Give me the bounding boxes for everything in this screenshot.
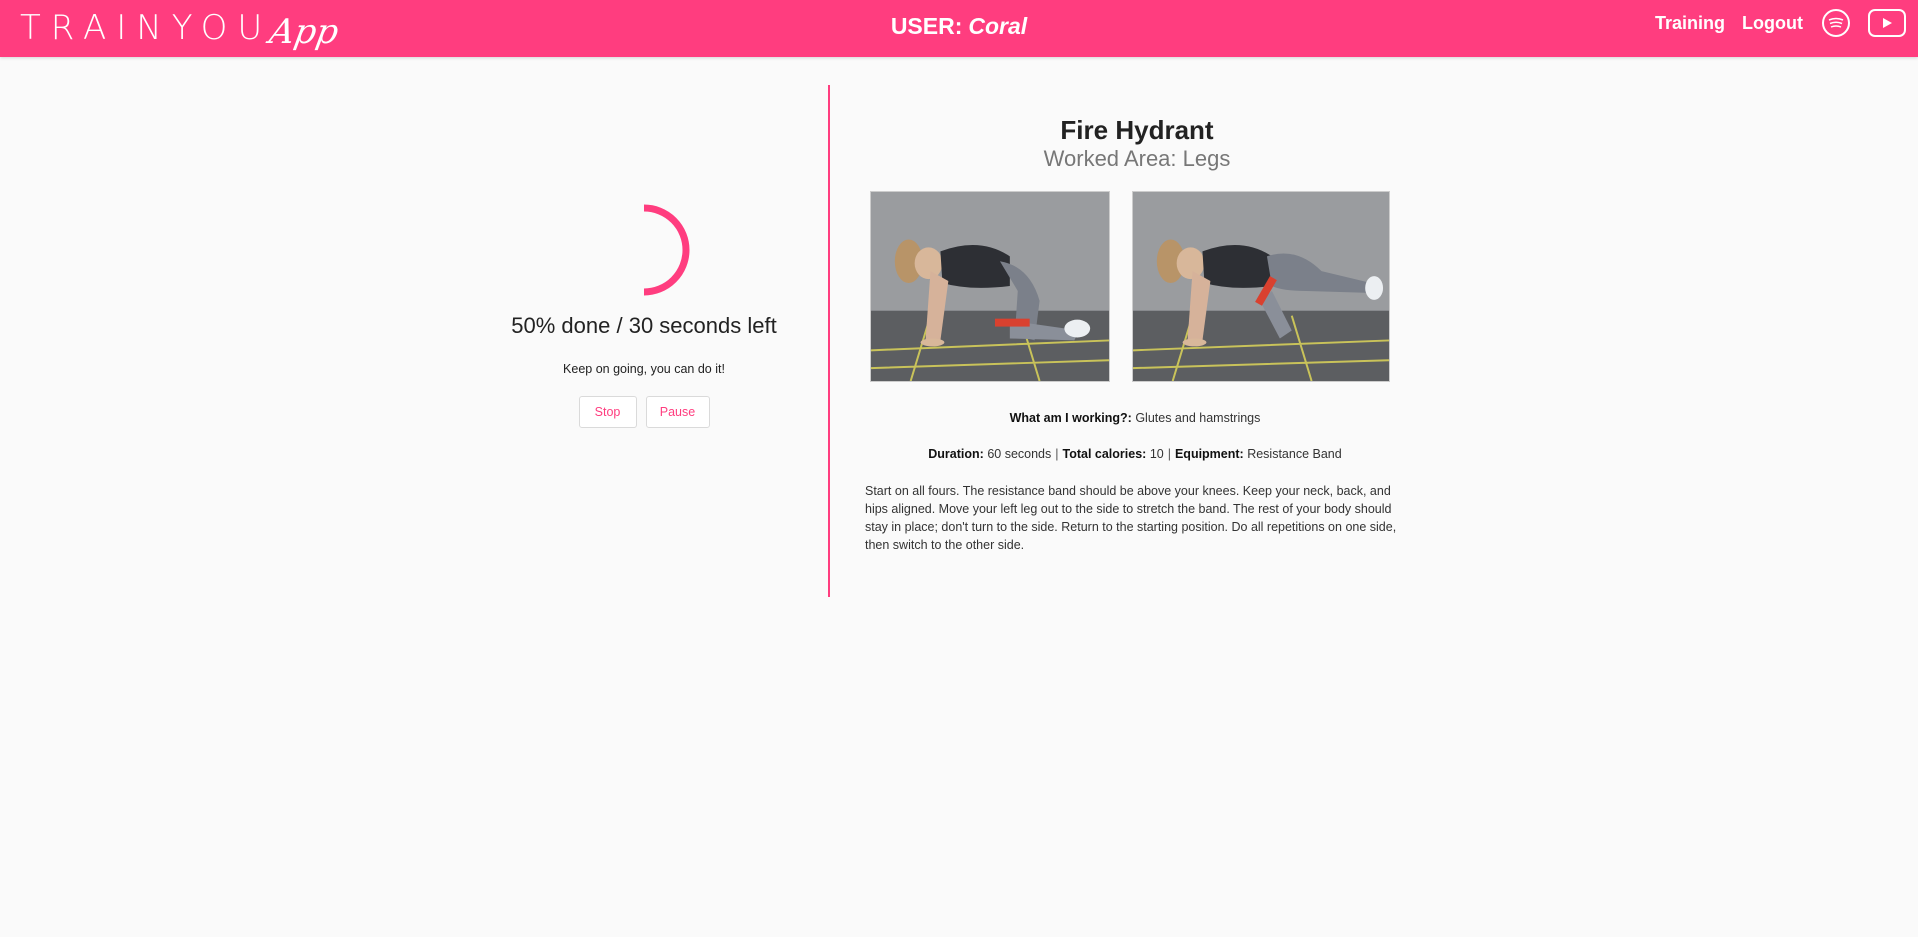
stop-button[interactable]: Stop xyxy=(578,396,637,428)
worked-area: Worked Area: Legs xyxy=(1043,146,1231,171)
spotify-waves-icon xyxy=(1828,17,1844,28)
nav-logout-link[interactable]: Logout xyxy=(1742,13,1803,34)
nav-training-link[interactable]: Training xyxy=(1655,13,1725,34)
exercise-photo-start xyxy=(870,191,1110,382)
exercise-title: Fire Hydrant xyxy=(1060,115,1214,145)
vertical-divider xyxy=(828,85,830,597)
working-info: What am I working?: Glutes and hamstring… xyxy=(865,410,1405,426)
logo-script: App xyxy=(266,12,342,52)
progress-status: 50% done / 30 seconds left xyxy=(511,313,777,338)
spotify-icon[interactable] xyxy=(1822,9,1850,37)
app-logo[interactable]: TRAINYOU App xyxy=(20,8,342,52)
top-navbar: TRAINYOU App USER: Coral Training Logout xyxy=(0,0,1918,57)
logo-text: TRAINYOU xyxy=(20,8,273,48)
progress-ring xyxy=(643,204,690,296)
pause-button[interactable]: Pause xyxy=(645,396,710,428)
exercise-stats: Duration: 60 seconds | Total calories: 10 |… xyxy=(865,446,1405,462)
working-value: Glutes and hamstrings xyxy=(1135,411,1261,425)
separator: | xyxy=(1055,447,1059,461)
calories-label: Total calories: xyxy=(1062,447,1147,461)
workout-progress-panel: 50% done / 30 seconds left Keep on going… xyxy=(475,200,813,428)
exercise-description: Start on all fours. The resistance band … xyxy=(865,484,1397,552)
youtube-icon[interactable] xyxy=(1868,9,1906,37)
equipment-value: Resistance Band xyxy=(1247,447,1342,461)
duration-label: Duration: xyxy=(928,447,984,461)
exercise-photo-extended xyxy=(1132,191,1390,382)
play-icon xyxy=(1883,18,1892,28)
workout-controls: Stop Pause xyxy=(475,396,813,428)
calories-value: 10 xyxy=(1149,447,1164,461)
exercise-details-panel: Fire Hydrant Worked Area: Legs What am I… xyxy=(865,115,1405,554)
user-name: Coral xyxy=(968,13,1028,39)
exercise-images xyxy=(865,191,1405,382)
user-label: USER: xyxy=(890,13,963,39)
nav-links: Training Logout xyxy=(1655,0,1918,46)
equipment-label: Equipment: xyxy=(1174,447,1244,461)
separator: | xyxy=(1167,447,1171,461)
motivation-text: Keep on going, you can do it! xyxy=(563,362,725,376)
progress-arc xyxy=(643,204,690,296)
working-label: What am I working?: xyxy=(1009,411,1132,425)
duration-value: 60 seconds xyxy=(987,447,1052,461)
